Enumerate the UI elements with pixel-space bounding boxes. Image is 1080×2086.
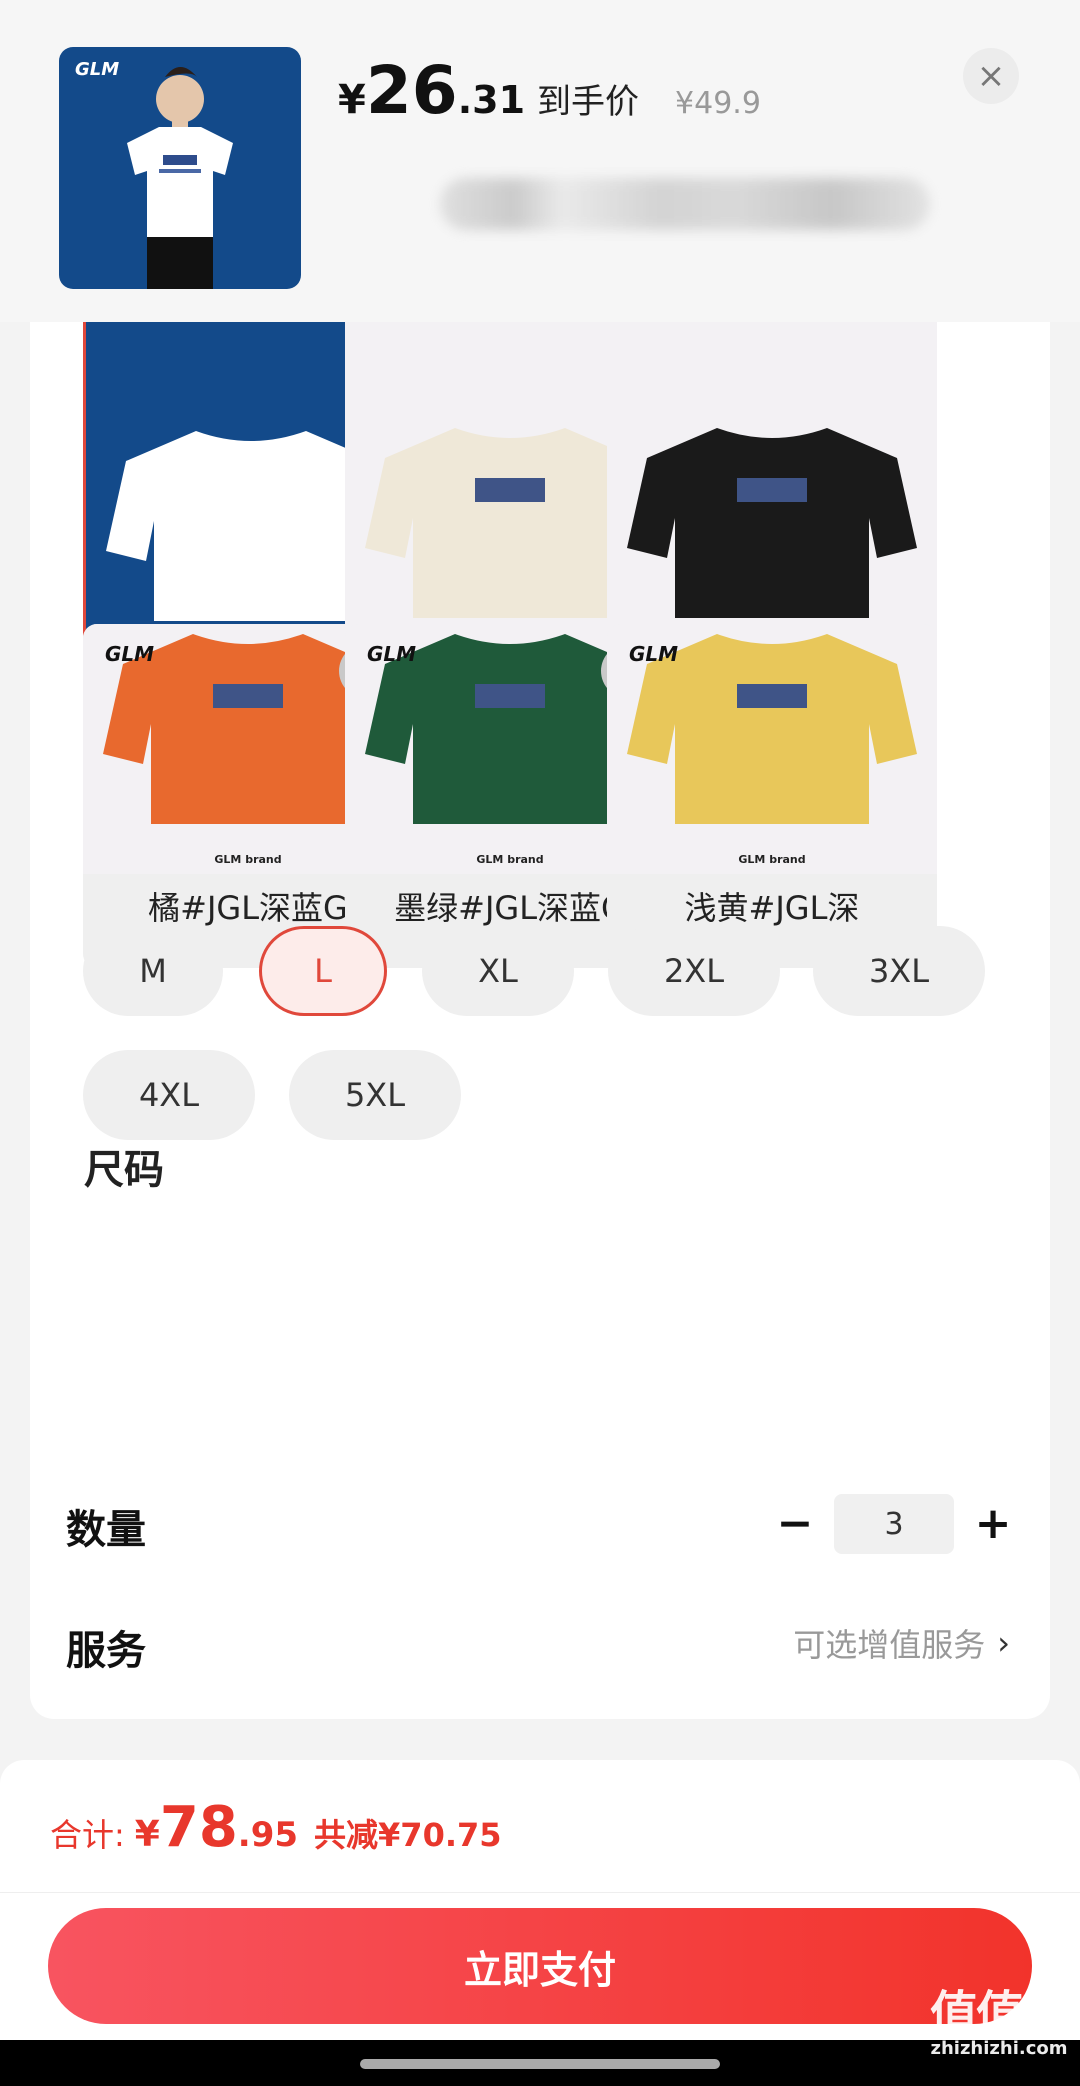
total-currency: ¥ xyxy=(134,1814,160,1855)
size-option-xl[interactable]: XL xyxy=(422,926,574,1016)
tshirt-logo xyxy=(737,684,807,708)
tile-brand: GLM xyxy=(629,642,679,666)
tshirt-logo xyxy=(737,478,807,502)
watermark: 值值值 zhizhizhi.com xyxy=(929,1986,1070,2059)
price-integer: 26 xyxy=(365,52,458,129)
service-link-text: 可选增值服务 xyxy=(793,1626,986,1664)
close-icon: × xyxy=(976,56,1006,96)
size-option-5xl[interactable]: 5XL xyxy=(289,1050,461,1140)
color-option-image: GLM GLM brand xyxy=(607,624,937,874)
watermark-url: zhizhizhi.com xyxy=(930,2038,1068,2059)
size-option-3xl[interactable]: 3XL xyxy=(813,926,985,1016)
size-option-4xl[interactable]: 4XL xyxy=(83,1050,255,1140)
total-decimal: .95 xyxy=(237,1815,299,1855)
product-header: GLM ¥ 26 .31 到手价 ¥49.9 × xyxy=(0,0,1080,322)
tile-brand: GLM xyxy=(105,642,155,666)
price-row: ¥ 26 .31 到手价 ¥49.9 xyxy=(338,58,761,128)
watermark-logo: 值值值 xyxy=(929,1986,1070,2042)
blurred-product-name xyxy=(440,178,930,230)
pay-now-button[interactable]: 立即支付 xyxy=(48,1908,1032,2024)
color-option[interactable]: GLM GLM brand 浅黄#JGL深 xyxy=(607,624,937,968)
original-price: ¥49.9 xyxy=(675,86,761,121)
tshirt-image xyxy=(627,428,917,618)
total-row: 合计: ¥ 78 .95 共减¥70.75 xyxy=(50,1795,502,1860)
product-thumbnail[interactable]: GLM xyxy=(59,47,301,289)
size-option-l[interactable]: L xyxy=(259,926,387,1016)
size-section-title: 尺码 xyxy=(84,1147,164,1193)
tshirt-logo xyxy=(475,478,545,502)
size-option-2xl[interactable]: 2XL xyxy=(608,926,780,1016)
service-label: 服务 xyxy=(66,1628,146,1674)
tshirt-logo xyxy=(475,684,545,708)
chevron-right-icon: › xyxy=(997,1624,1010,1662)
close-button[interactable]: × xyxy=(963,48,1019,104)
home-indicator[interactable] xyxy=(360,2059,720,2069)
total-label: 合计: xyxy=(50,1816,125,1854)
size-option-m[interactable]: M xyxy=(83,926,223,1016)
price-label: 到手价 xyxy=(537,82,640,122)
tile-brand: GLM xyxy=(367,642,417,666)
total-integer: 78 xyxy=(159,1795,238,1860)
service-options-link[interactable]: 可选增值服务 › xyxy=(793,1620,1010,1666)
quantity-value[interactable]: 3 xyxy=(834,1494,954,1554)
quantity-minus-button[interactable]: − xyxy=(770,1498,820,1549)
price-decimal: .31 xyxy=(457,78,526,122)
savings-text: 共减¥70.75 xyxy=(314,1816,502,1854)
model-image xyxy=(127,67,233,289)
price-currency: ¥ xyxy=(338,77,366,123)
tshirt-logo xyxy=(213,684,283,708)
thumbnail-brand: GLM xyxy=(75,59,120,80)
color-option-image: GLM brand xyxy=(607,322,937,668)
quantity-plus-button[interactable]: + xyxy=(968,1498,1018,1549)
tshirt-shape xyxy=(627,428,917,618)
quantity-label: 数量 xyxy=(66,1507,146,1553)
footer-divider xyxy=(0,1892,1080,1893)
